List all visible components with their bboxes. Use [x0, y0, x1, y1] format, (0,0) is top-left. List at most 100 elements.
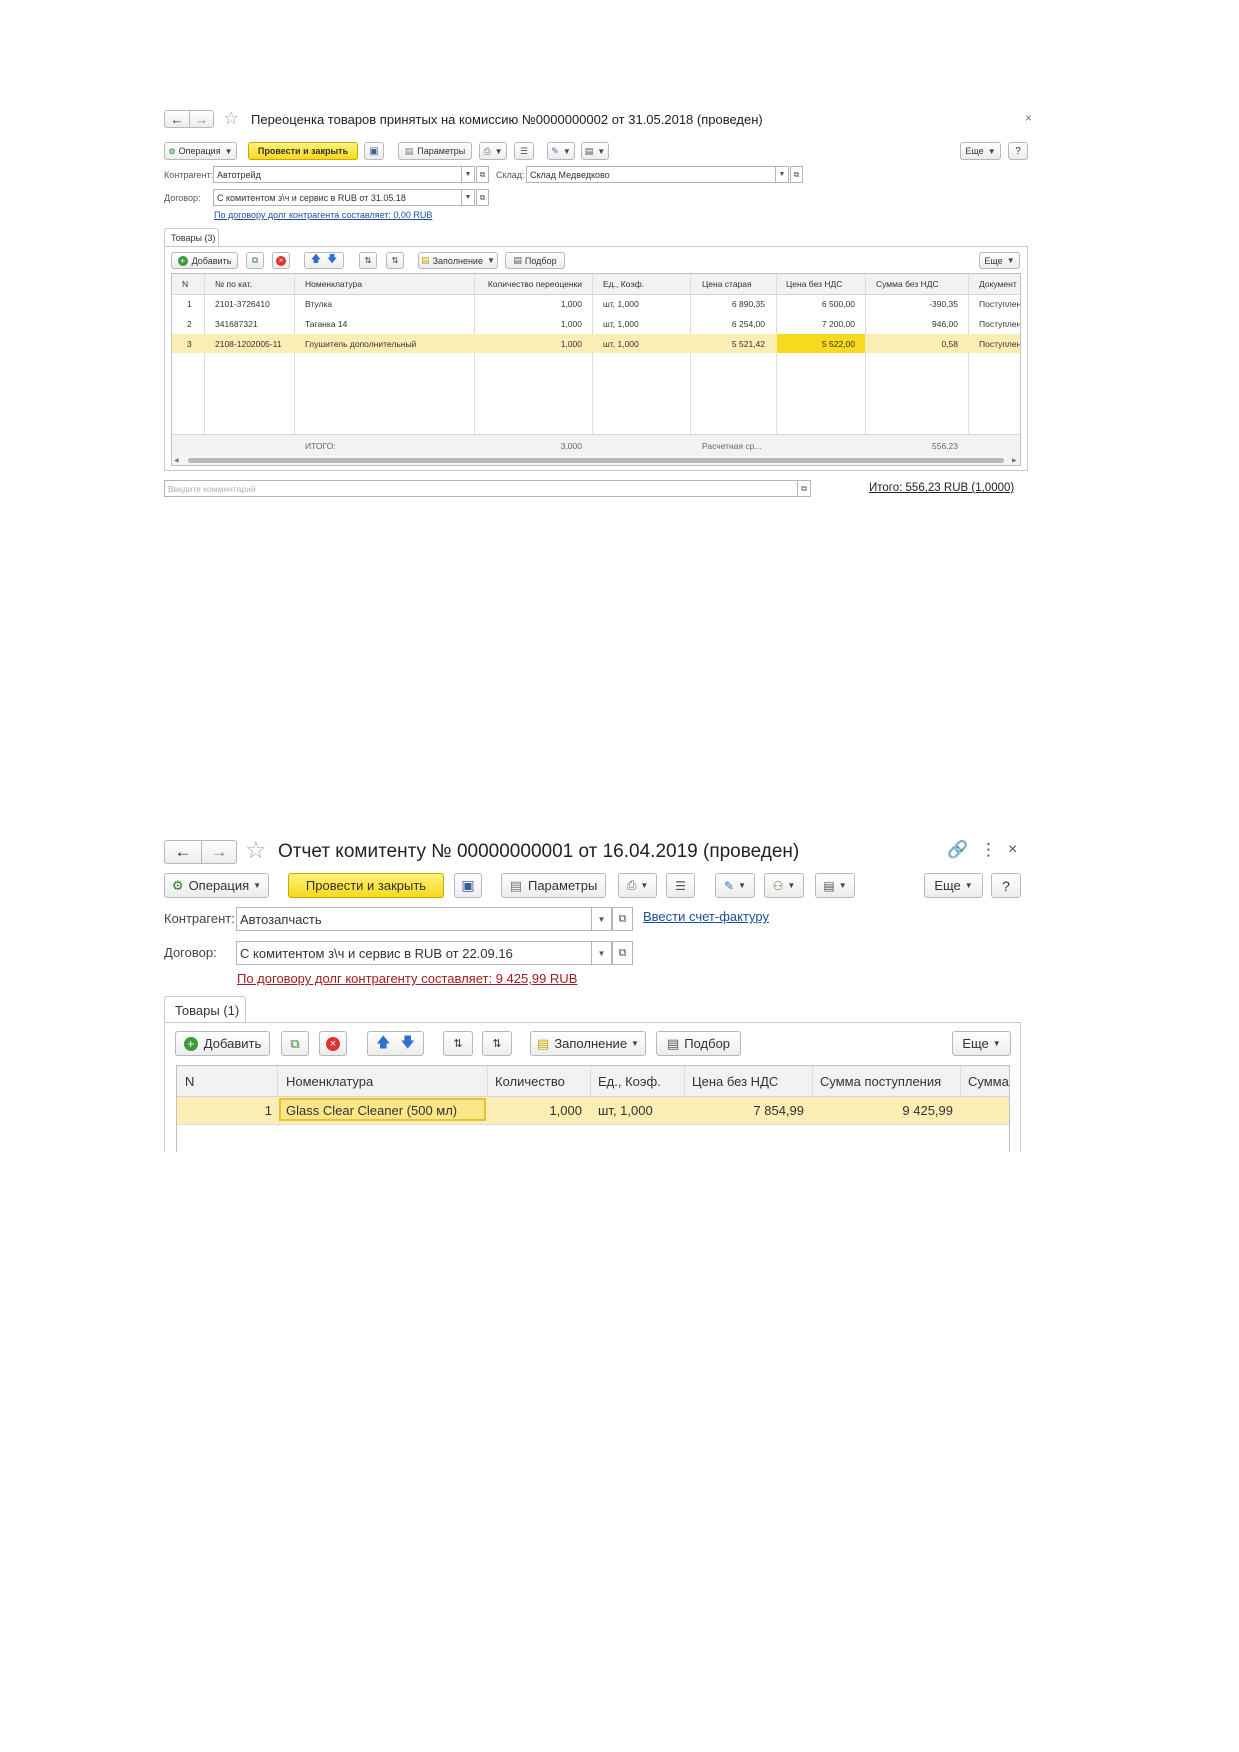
close-icon[interactable]: ×	[1008, 841, 1017, 859]
save-button[interactable]: ▣	[364, 142, 384, 160]
contract-open-button[interactable]: ⧉	[612, 941, 633, 965]
col-header-unit[interactable]: Ед., Коэф.	[603, 274, 688, 294]
col-header-unit[interactable]: Ед., Коэф.	[598, 1066, 686, 1096]
col-header-doc[interactable]: Документ	[979, 274, 1020, 294]
star-icon[interactable]: ☆	[223, 108, 239, 129]
copy-button[interactable]: ⧉	[246, 252, 264, 269]
forward-button[interactable]: →	[189, 110, 214, 128]
col-header-name[interactable]: Номенклатура	[305, 274, 465, 294]
contractor-dropdown-button[interactable]: ▼	[461, 166, 475, 183]
table-row-selected[interactable]: 3 2108-1202005-11 Глушитель дополнительн…	[172, 334, 1020, 353]
fill-button[interactable]: ▤ Заполнение ▼	[418, 252, 498, 269]
add-button[interactable]: + Добавить	[175, 1031, 270, 1056]
structure-button[interactable]: ☰	[514, 142, 534, 160]
sort-asc-button[interactable]: ⇅	[359, 252, 377, 269]
invoice-link[interactable]: Ввести счет-фактуру	[643, 909, 769, 924]
close-icon[interactable]: ×	[1025, 111, 1032, 125]
sort-desc-button[interactable]: ⇅	[482, 1031, 512, 1056]
help-button[interactable]: ?	[991, 873, 1021, 898]
create-based-button[interactable]: ✎ ▼	[547, 142, 575, 160]
col-header-cat[interactable]: № по кат.	[215, 274, 300, 294]
move-buttons[interactable]: 🡅 🡇	[367, 1031, 424, 1056]
reports-button[interactable]: ▤ ▼	[581, 142, 609, 160]
reports-button[interactable]: ▤ ▼	[815, 873, 855, 898]
table-row[interactable]: 1 2101-3726410 Втулка 1,000 шт, 1,000 6 …	[172, 294, 1020, 314]
structure-button[interactable]: ☰	[666, 873, 695, 898]
print-button[interactable]: ⎙ ▼	[479, 142, 507, 160]
fill-button[interactable]: ▤ Заполнение ▼	[530, 1031, 646, 1056]
table-more-button[interactable]: Еще ▼	[952, 1031, 1011, 1056]
star-icon[interactable]: ☆	[245, 836, 267, 865]
post-and-close-button[interactable]: Провести и закрыть	[248, 142, 358, 160]
post-and-close-button[interactable]: Провести и закрыть	[288, 873, 444, 898]
create-based-button[interactable]: ✎ ▼	[715, 873, 755, 898]
print-button[interactable]: ⎙ ▼	[618, 873, 657, 898]
more-button[interactable]: Еще ▼	[924, 873, 983, 898]
contract-open-button[interactable]: ⧉	[476, 189, 489, 206]
contract-field[interactable]: С комитентом з\ч и сервис в RUB от 31.05…	[213, 189, 462, 206]
col-header-n[interactable]: N	[185, 1066, 215, 1096]
contract-dropdown-button[interactable]: ▼	[461, 189, 475, 206]
pick-button[interactable]: ▤ Подбор	[656, 1031, 741, 1056]
operation-button[interactable]: ⚙ Операция ▼	[164, 142, 237, 160]
sort-desc-button[interactable]: ⇅	[386, 252, 404, 269]
back-button[interactable]: ←	[164, 840, 202, 864]
horizontal-scrollbar[interactable]: ◀ ▶	[172, 456, 1020, 465]
scrollbar-thumb[interactable]	[188, 458, 1004, 463]
contract-dropdown-button[interactable]: ▼	[591, 941, 612, 965]
menu-dots-icon[interactable]: ⋮	[980, 840, 997, 860]
delete-button[interactable]: ×	[272, 252, 290, 269]
delete-button[interactable]: ×	[319, 1031, 347, 1056]
table-row-selected[interactable]: 1 Glass Clear Cleaner (500 мл) 1,000 шт,…	[177, 1097, 1009, 1124]
contractor-field[interactable]: Автотрейд	[213, 166, 462, 183]
back-button[interactable]: ←	[164, 110, 190, 128]
users-button[interactable]: ⚇ ▼	[764, 873, 804, 898]
parameters-button[interactable]: ▤ Параметры	[501, 873, 606, 898]
forward-button[interactable]: →	[201, 840, 237, 864]
tab-goods[interactable]: Товары (1)	[164, 996, 246, 1023]
col-header-sum[interactable]: Сумма	[968, 1066, 1009, 1096]
parameters-button[interactable]: ▤ Параметры	[398, 142, 472, 160]
table-row[interactable]: 2 341687321 Таганка 14 1,000 шт, 1,000 6…	[172, 314, 1020, 334]
arrow-down-icon[interactable]: 🡇	[401, 1032, 415, 1056]
add-button[interactable]: + Добавить	[171, 252, 238, 269]
col-header-name[interactable]: Номенклатура	[286, 1066, 481, 1096]
col-header-qty[interactable]: Количество переоценки	[475, 274, 582, 294]
table-more-button[interactable]: Еще ▼	[979, 252, 1020, 269]
comment-input[interactable]: Введите комментарий	[164, 480, 798, 497]
arrow-up-icon[interactable]: 🡅	[311, 252, 321, 269]
warehouse-field[interactable]: Склад Медведково	[526, 166, 776, 183]
debt-link[interactable]: По договору долг контрагенту составляет:…	[237, 971, 577, 986]
col-header-sum[interactable]: Сумма без НДС	[876, 274, 966, 294]
debt-link[interactable]: По договору долг контрагента составляет:…	[214, 210, 432, 220]
col-header-qty[interactable]: Количество	[495, 1066, 585, 1096]
total-link[interactable]: Итого: 556,23 RUB (1,0000)	[869, 482, 1014, 494]
copy-button[interactable]: ⧉	[281, 1031, 309, 1056]
col-header-receipt-sum[interactable]: Сумма поступления	[820, 1066, 955, 1096]
move-buttons[interactable]: 🡅 🡇	[304, 252, 344, 269]
comment-open-button[interactable]: ⧉	[797, 480, 811, 497]
more-button[interactable]: Еще ▼	[960, 142, 1001, 160]
scroll-right-icon[interactable]: ▶	[1012, 457, 1017, 464]
save-button[interactable]: ▣	[454, 873, 482, 898]
arrow-down-icon[interactable]: 🡇	[327, 252, 337, 269]
warehouse-open-button[interactable]: ⧉	[790, 166, 803, 183]
tab-goods[interactable]: Товары (3)	[164, 228, 219, 247]
col-header-n[interactable]: N	[182, 274, 204, 294]
col-header-price[interactable]: Цена без НДС	[692, 1066, 812, 1096]
pick-button[interactable]: ▤ Подбор	[505, 252, 565, 269]
col-header-old-price[interactable]: Цена старая	[702, 274, 772, 294]
scroll-left-icon[interactable]: ◀	[174, 457, 179, 464]
contractor-open-button[interactable]: ⧉	[612, 907, 633, 931]
contractor-field[interactable]: Автозапчасть	[236, 907, 592, 931]
contract-field[interactable]: С комитентом з\ч и сервис в RUB от 22.09…	[236, 941, 592, 965]
sort-asc-button[interactable]: ⇅	[443, 1031, 473, 1056]
arrow-up-icon[interactable]: 🡅	[376, 1032, 390, 1056]
contractor-open-button[interactable]: ⧉	[476, 166, 489, 183]
col-header-price[interactable]: Цена без НДС	[786, 274, 861, 294]
operation-button[interactable]: ⚙ Операция ▼	[164, 873, 269, 898]
link-icon[interactable]: 🔗	[947, 840, 968, 860]
help-button[interactable]: ?	[1008, 142, 1028, 160]
warehouse-dropdown-button[interactable]: ▼	[775, 166, 789, 183]
contractor-dropdown-button[interactable]: ▼	[591, 907, 612, 931]
